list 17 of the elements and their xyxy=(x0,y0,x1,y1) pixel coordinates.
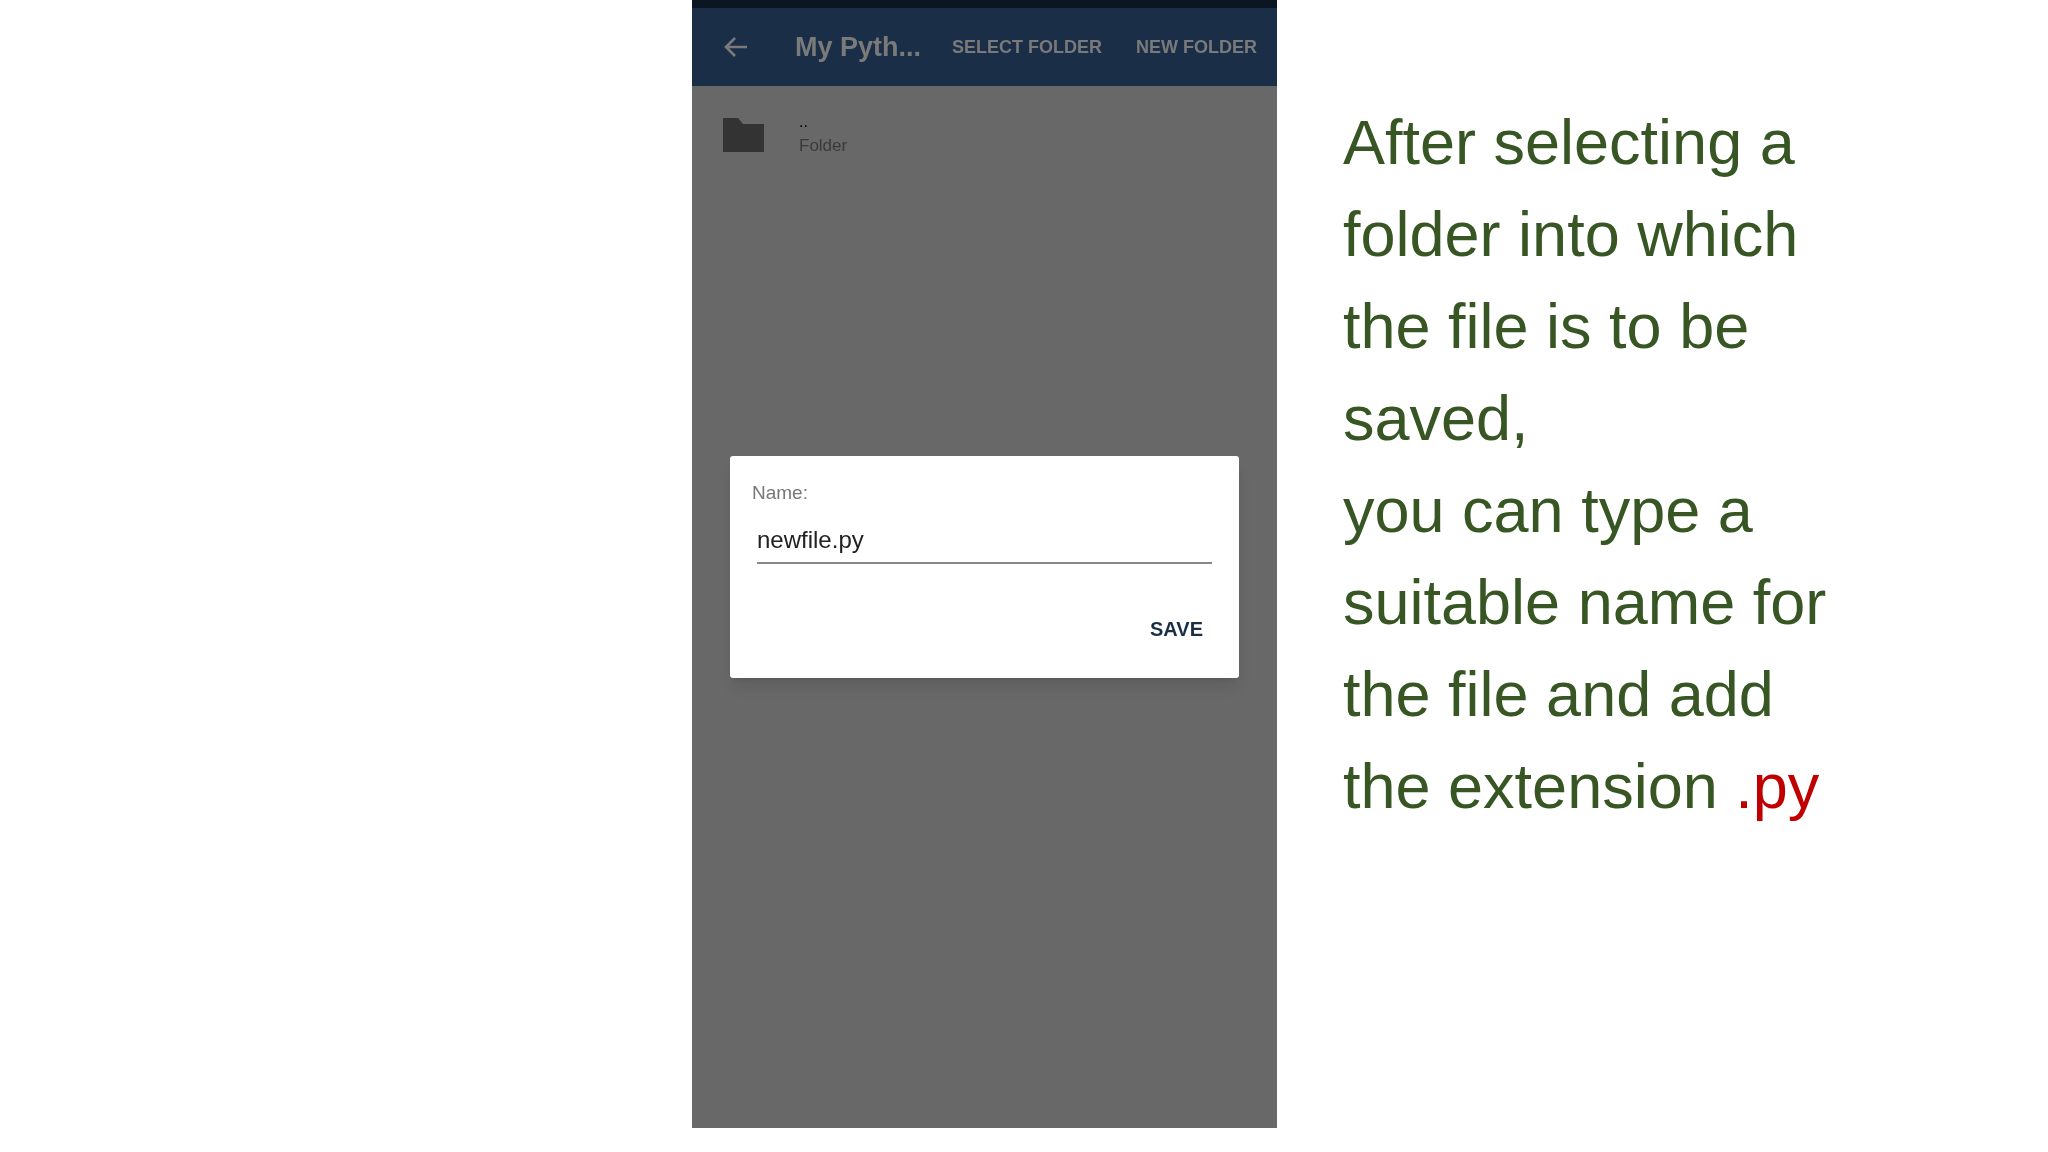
name-input-field[interactable]: newfile.py xyxy=(757,521,1212,564)
caption-line: suitable name for xyxy=(1343,566,1827,639)
save-button[interactable]: SAVE xyxy=(1150,613,1203,644)
screen-title: My Pyth... xyxy=(795,30,922,64)
caption-line: folder into which xyxy=(1343,198,1800,271)
folder-icon xyxy=(721,116,766,154)
caption-line: saved, xyxy=(1343,382,1530,455)
caption-line: the extension .py xyxy=(1343,750,1821,823)
caption-line: After selecting a xyxy=(1343,106,1796,179)
caption-line: you can type a xyxy=(1343,474,1754,547)
back-arrow-icon xyxy=(723,36,749,58)
toolbar-action[interactable]: SELECT FOLDER xyxy=(952,33,1102,61)
caption-line: the file and add xyxy=(1343,658,1775,731)
field-label: Name: xyxy=(752,481,809,505)
toolbar-action[interactable]: NEW FOLDER xyxy=(1136,33,1257,61)
caption-line: the file is to be xyxy=(1343,290,1751,363)
file-name: .. xyxy=(799,112,809,133)
